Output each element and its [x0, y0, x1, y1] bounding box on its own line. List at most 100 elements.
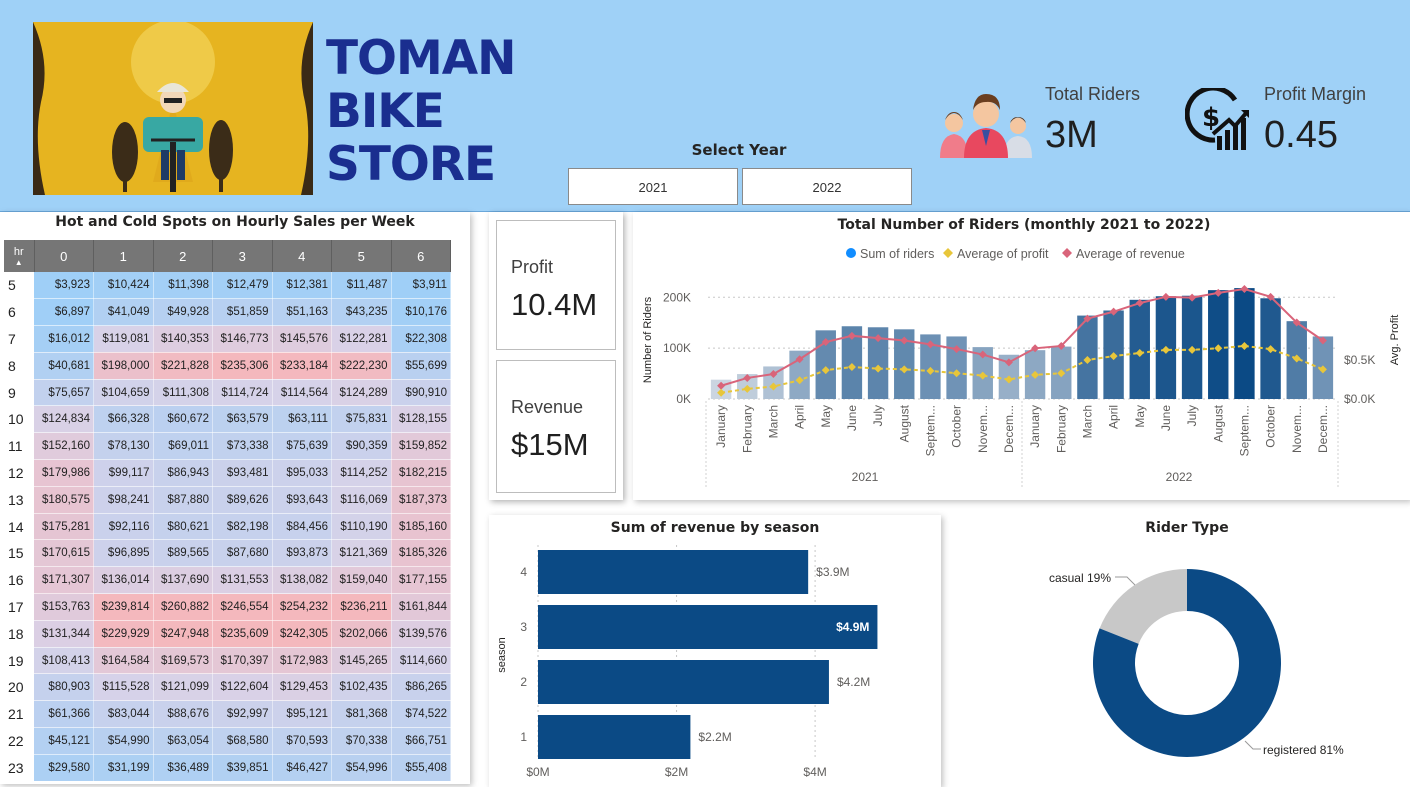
x-tick-label: June	[845, 405, 859, 431]
heatmap-value-cell: $235,306	[212, 352, 273, 380]
heatmap-row: 20 $80,903 $115,528 $121,099 $122,604 $129,45…	[4, 673, 451, 702]
season-value-label: $3.9M	[816, 565, 849, 579]
heatmap-value-cell: $55,699	[391, 352, 451, 380]
donut-slice-casual[interactable]	[1099, 569, 1187, 644]
heatmap-value-cell: $140,353	[153, 325, 213, 353]
profit-line	[720, 344, 1324, 394]
heatmap-day-header[interactable]: 3	[212, 240, 273, 272]
heatmap-hour-cell: 5	[4, 272, 34, 300]
legend-marker-icon	[943, 248, 953, 258]
heatmap-value-cell: $93,873	[272, 539, 332, 568]
heatmap-value-cell: $170,615	[34, 539, 94, 568]
heatmap-row: 22 $45,121 $54,990 $63,054 $68,580 $70,593 $70…	[4, 727, 451, 755]
heatmap-row: 10 $124,834 $66,328 $60,672 $63,579 $63,111 $7…	[4, 405, 451, 434]
legend-item[interactable]: Average of profit	[943, 247, 1049, 261]
x-tick-label: March	[766, 405, 780, 438]
heatmap-value-cell: $111,308	[153, 379, 213, 407]
heatmap-value-cell: $80,621	[153, 513, 213, 541]
heatmap-day-header[interactable]: 1	[93, 240, 154, 272]
heatmap-day-header[interactable]: 2	[153, 240, 213, 272]
heatmap-value-cell: $63,579	[212, 405, 273, 434]
heatmap-day-header[interactable]: 5	[331, 240, 392, 272]
heatmap-value-cell: $152,160	[34, 432, 94, 461]
heatmap-header-row: hr ▲ 0 1 2 3 4 5 6	[4, 240, 451, 272]
heatmap-value-cell: $159,852	[391, 432, 451, 461]
heatmap-hr-header[interactable]: hr ▲	[4, 240, 35, 272]
heatmap-hour-cell: 22	[4, 727, 34, 755]
heatmap-value-cell: $114,724	[212, 379, 273, 407]
heatmap-value-cell: $187,373	[391, 486, 451, 514]
rider-type-chart-panel: Rider Type casual 19% registered 81%	[963, 515, 1410, 787]
heatmap-value-cell: $12,479	[212, 272, 273, 300]
season-bar[interactable]	[538, 715, 691, 759]
legend-label: Sum of riders	[860, 247, 934, 261]
brand-line-3: STORE	[326, 137, 496, 192]
heatmap-value-cell: $49,928	[153, 298, 213, 327]
year-label: 2022	[1166, 470, 1193, 484]
heatmap-value-cell: $185,326	[391, 539, 451, 568]
season-bar[interactable]	[538, 550, 809, 594]
heatmap-value-cell: $6,897	[34, 298, 94, 327]
heatmap-day-header[interactable]: 4	[272, 240, 332, 272]
header-band: TOMAN BIKE STORE Select Year 2021 2022 T…	[0, 0, 1410, 212]
dashboard: TOMAN BIKE STORE Select Year 2021 2022 T…	[0, 0, 1410, 787]
year-slicer-2022[interactable]: 2022	[742, 168, 912, 205]
heatmap-hour-cell: 23	[4, 754, 34, 782]
total-riders-value: 3M	[1045, 114, 1098, 156]
legend-label: Average of revenue	[1076, 247, 1185, 261]
heatmap-value-cell: $239,814	[93, 593, 154, 621]
heatmap-value-cell: $92,116	[93, 513, 154, 541]
heatmap-value-cell: $145,576	[272, 325, 332, 353]
heatmap-value-cell: $40,681	[34, 352, 94, 380]
x-tick-label: July	[871, 405, 885, 426]
brand-line-1: TOMAN	[326, 31, 516, 86]
profit-card-value: 10.4M	[511, 287, 598, 322]
leader-line	[1115, 576, 1136, 586]
heatmap-row: 7 $16,012 $119,081 $140,353 $146,773 $145,576…	[4, 325, 451, 353]
heatmap-value-cell: $98,241	[93, 486, 154, 514]
heatmap-row: 21 $61,366 $83,044 $88,676 $92,997 $95,121 $81…	[4, 700, 451, 729]
year-slicer-2021[interactable]: 2021	[568, 168, 738, 205]
heatmap-value-cell: $114,660	[391, 647, 451, 675]
heatmap-value-cell: $260,882	[153, 593, 213, 621]
heatmap-value-cell: $180,575	[34, 486, 94, 514]
casual-label: casual 19%	[1049, 571, 1111, 585]
legend-item[interactable]: Sum of riders	[846, 247, 934, 261]
heatmap-value-cell: $124,289	[331, 379, 392, 407]
heatmap-value-cell: $110,190	[331, 513, 392, 541]
heatmap-value-cell: $70,338	[331, 727, 392, 755]
heatmap-table: hr ▲ 0 1 2 3 4 5 6 5 $3,923 $10,424 $11,398 $12,479 $…	[4, 240, 451, 782]
heatmap-value-cell: $114,252	[331, 459, 392, 487]
x-tick-label: October	[950, 405, 964, 448]
season-chart-title: Sum of revenue by season	[611, 520, 820, 536]
legend-item[interactable]: Average of revenue	[1062, 247, 1185, 261]
profit-margin-label: Profit Margin	[1264, 84, 1367, 104]
heatmap-value-cell: $68,580	[212, 727, 273, 755]
heatmap-title: Hot and Cold Spots on Hourly Sales per W…	[55, 214, 415, 230]
x-tick-label: April	[793, 405, 807, 429]
heatmap-hour-cell: 10	[4, 405, 34, 434]
x-tick-label: June	[1159, 405, 1173, 431]
y-axis-title: Number of Riders	[642, 296, 654, 383]
heatmap-value-cell: $247,948	[153, 620, 213, 648]
heatmap-value-cell: $119,081	[93, 325, 154, 353]
heatmap-value-cell: $171,307	[34, 566, 94, 595]
x-tick-label: Novem...	[976, 405, 990, 453]
revenue-card-value: $15M	[511, 427, 589, 462]
heatmap-row: 17 $153,763 $239,814 $260,882 $246,554 $254,2…	[4, 593, 451, 621]
season-revenue-chart: Sum of revenue by season $0M $2M $4M season 4…	[496, 520, 878, 779]
select-year-label: Select Year	[691, 141, 787, 159]
heatmap-value-cell: $102,435	[331, 673, 392, 702]
heatmap-hour-cell: 6	[4, 298, 34, 327]
season-bar[interactable]	[538, 605, 878, 649]
dollar-growth-icon: $	[1185, 88, 1249, 150]
heatmap-value-cell: $75,639	[272, 432, 332, 461]
heatmap-value-cell: $70,593	[272, 727, 332, 755]
x-tick-label: August	[1211, 404, 1225, 442]
heatmap-day-header[interactable]: 6	[391, 240, 451, 272]
heatmap-day-header[interactable]: 0	[34, 240, 94, 272]
season-revenue-chart-panel: Sum of revenue by season $0M $2M $4M season 4…	[489, 515, 941, 787]
season-bar[interactable]	[538, 660, 829, 704]
x-tick-label: October	[1264, 405, 1278, 448]
heatmap-value-cell: $104,659	[93, 379, 154, 407]
